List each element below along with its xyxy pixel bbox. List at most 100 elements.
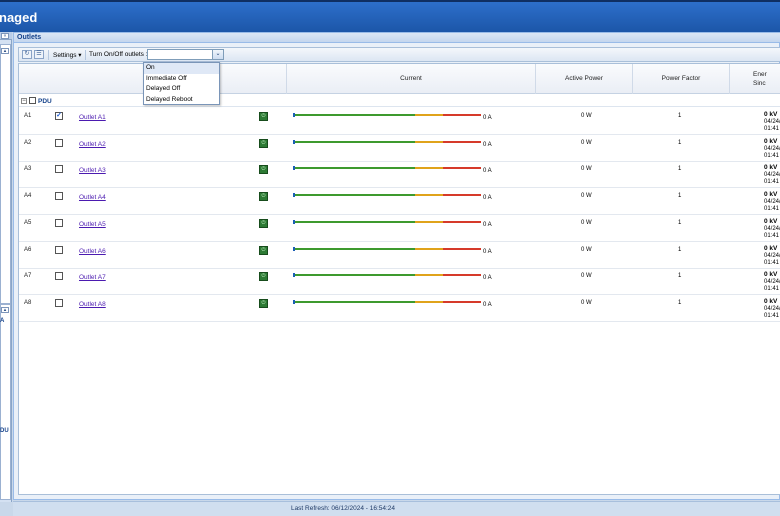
gauge-green xyxy=(293,167,415,170)
list-icon[interactable]: ☰ xyxy=(34,50,44,59)
power-factor-value: 1 xyxy=(678,193,682,200)
option-immediate-off[interactable]: Immediate Off xyxy=(144,74,219,85)
gauge-marker xyxy=(293,246,295,251)
current-gauge xyxy=(293,219,481,224)
option-on[interactable]: On xyxy=(144,63,219,74)
outlet-status-icon: ⏻ xyxy=(259,298,268,308)
group-checkbox[interactable] xyxy=(29,97,36,104)
option-delayed-off[interactable]: Delayed Off xyxy=(144,84,219,95)
panel-title: Outlets xyxy=(17,34,42,41)
outlet-checkbox[interactable] xyxy=(55,245,63,254)
col-active-power[interactable]: Active Power xyxy=(535,64,632,94)
outlet-name-link[interactable]: Outlet A6 xyxy=(79,248,106,255)
outlet-name-link[interactable]: Outlet A2 xyxy=(79,141,106,148)
gauge-marker xyxy=(293,193,295,198)
gauge-red xyxy=(443,274,481,277)
outlet-id: A7 xyxy=(24,273,32,280)
collapse-nav-icon[interactable]: « xyxy=(1,33,9,39)
refresh-icon[interactable]: ↻ xyxy=(22,50,32,59)
settings-button[interactable]: Settings ▾ xyxy=(53,51,82,59)
pane-collapse-icon-2[interactable]: ▴ xyxy=(1,307,9,313)
outlet-name-link[interactable]: Outlet A5 xyxy=(79,221,106,228)
gauge-green xyxy=(293,220,415,223)
energy-since-date: 04/24/ xyxy=(764,225,780,232)
active-power-value: 0 W xyxy=(581,219,592,226)
energy-since-time: 01:41 xyxy=(764,259,780,266)
current-gauge xyxy=(293,193,481,198)
chevron-down-icon[interactable]: ⌄ xyxy=(212,49,224,60)
power-factor-value: 1 xyxy=(678,246,682,253)
col-energy[interactable]: Ener Sinc xyxy=(729,64,780,94)
outlet-name-link[interactable]: Outlet A1 xyxy=(79,114,106,121)
current-gauge xyxy=(293,273,481,278)
nav-link-pdu[interactable]: DU xyxy=(0,428,9,434)
collapse-group-icon[interactable]: − xyxy=(21,98,27,104)
gauge-yellow xyxy=(415,300,443,303)
gauge-green xyxy=(293,114,415,116)
outlet-status-icon: ⏻ xyxy=(259,245,268,255)
outlet-name-link[interactable]: Outlet A4 xyxy=(79,194,106,201)
pane-collapse-icon[interactable]: ▴ xyxy=(1,48,9,54)
table-row: A7 Outlet A7 ⏻ 0 A 0 W 1 0 kV 04/24/01:41 xyxy=(19,268,780,296)
outlet-id: A5 xyxy=(24,219,32,226)
table-row: A5 Outlet A5 ⏻ 0 A 0 W 1 0 kV 04/24/01:41 xyxy=(19,215,780,242)
gauge-red xyxy=(443,140,481,143)
outlet-checkbox[interactable] xyxy=(55,298,63,307)
energy-amount: 0 kV xyxy=(764,191,778,199)
energy-amount: 0 kV xyxy=(764,164,778,172)
energy-since-time: 01:41 xyxy=(764,206,780,213)
gauge-marker xyxy=(293,299,295,304)
outlet-id: A1 xyxy=(24,113,32,119)
power-factor-value: 1 xyxy=(678,113,682,119)
outlet-checkbox[interactable]: ✓ xyxy=(55,112,63,120)
gauge-red xyxy=(443,194,481,197)
gauge-marker xyxy=(293,219,295,224)
gauge-yellow xyxy=(415,274,443,277)
table-row: A3 Outlet A3 ⏻ 0 A 0 W 1 0 kV 04/24/01:41 xyxy=(19,161,780,189)
energy-value: 0 kV 04/24/01:41 xyxy=(764,111,780,133)
outlet-checkbox[interactable] xyxy=(55,192,63,201)
energy-value: 0 kV 04/24/01:41 xyxy=(764,191,780,213)
outlets-toolbar: ↻ ☰ Settings ▾ Turn On/Off outlets : ⌄ xyxy=(18,47,780,62)
gauge-yellow xyxy=(415,194,443,197)
power-factor-value: 1 xyxy=(678,219,682,226)
gauge-green xyxy=(293,274,415,277)
energy-since-time: 01:41 xyxy=(764,312,780,319)
outlet-checkbox[interactable] xyxy=(55,138,63,147)
energy-amount: 0 kV xyxy=(764,111,778,118)
energy-amount: 0 kV xyxy=(764,297,778,305)
toolbar-separator xyxy=(48,50,49,60)
outlet-name-link[interactable]: Outlet A8 xyxy=(79,301,106,308)
col-current[interactable]: Current xyxy=(286,64,535,94)
current-value: 0 A xyxy=(483,221,492,228)
current-gauge xyxy=(293,139,481,144)
current-gauge xyxy=(293,166,481,171)
gauge-marker xyxy=(293,273,295,278)
outlets-grid: Current Active Power Power Factor Ener S… xyxy=(18,63,780,495)
energy-value: 0 kV 04/24/01:41 xyxy=(764,164,780,186)
outlet-id: A8 xyxy=(24,299,32,306)
gauge-green xyxy=(293,247,415,250)
outlet-id: A4 xyxy=(24,193,32,200)
outlet-checkbox[interactable] xyxy=(55,218,63,227)
energy-since-date: 04/24/ xyxy=(764,119,780,125)
current-value: 0 A xyxy=(483,141,492,148)
gauge-yellow xyxy=(415,247,443,250)
gauge-marker xyxy=(293,139,295,144)
outlet-name-link[interactable]: Outlet A7 xyxy=(79,274,106,281)
energy-amount: 0 kV xyxy=(764,244,778,252)
grid-header: Current Active Power Power Factor Ener S… xyxy=(19,64,780,94)
nav-pane-top xyxy=(0,44,11,304)
energy-since-time: 01:41 xyxy=(764,179,780,186)
group-row-pdu: − PDU xyxy=(19,95,780,107)
app-banner: naged xyxy=(0,0,780,32)
outlet-name-link[interactable]: Outlet A3 xyxy=(79,167,106,174)
col-power-factor[interactable]: Power Factor xyxy=(632,64,729,94)
gauge-yellow xyxy=(415,167,443,170)
option-delayed-reboot[interactable]: Delayed Reboot xyxy=(144,95,219,106)
outlet-checkbox[interactable] xyxy=(55,165,63,174)
energy-amount: 0 kV xyxy=(764,271,778,279)
outlet-checkbox[interactable] xyxy=(55,272,63,281)
energy-since-date: 04/24/ xyxy=(764,252,780,259)
energy-since-time: 01:41 xyxy=(764,286,780,293)
